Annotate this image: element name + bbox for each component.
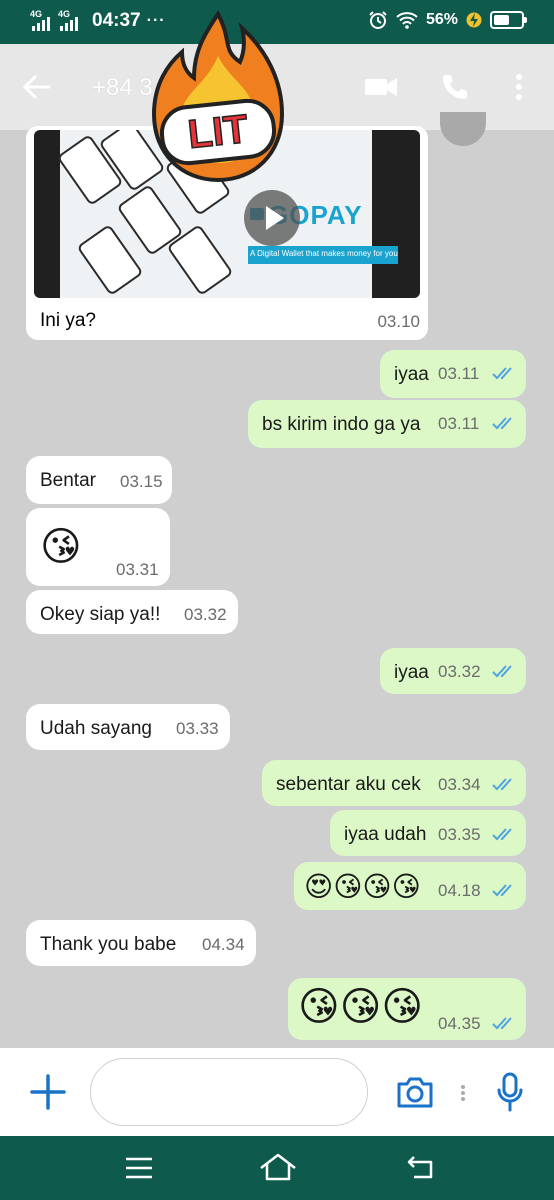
outgoing-message[interactable]: 😘😘😘 04.35	[288, 978, 526, 1040]
status-left: 4G 4G 04:37 ···	[30, 9, 166, 32]
message-text: iyaa udah	[344, 824, 427, 845]
charging-icon	[466, 12, 482, 28]
message-text: iyaa	[394, 364, 429, 385]
message-composer	[0, 1048, 554, 1136]
message-text: 😘😘😘	[298, 984, 424, 1030]
message-text: bs kirim indo ga ya	[262, 414, 421, 435]
message-time: 03.11	[438, 364, 480, 383]
read-receipt-icon	[492, 828, 512, 841]
menu-icon[interactable]	[124, 1156, 154, 1180]
outgoing-message[interactable]: 😍😘😘😘 04.18	[294, 862, 526, 910]
outgoing-message[interactable]: bs kirim indo ga ya 03.11	[248, 400, 526, 448]
outgoing-message[interactable]: sebentar aku cek 03.34	[262, 760, 526, 806]
message-time: 03.11	[438, 414, 480, 433]
message-text: Bentar	[40, 470, 96, 491]
home-icon[interactable]	[258, 1152, 298, 1182]
message-text: Okey siap ya!!	[40, 604, 161, 625]
battery-icon	[490, 11, 527, 29]
outgoing-message[interactable]: iyaa 03.11	[380, 350, 526, 398]
system-nav-bar	[0, 1136, 554, 1200]
outgoing-message[interactable]: iyaa 03.32	[380, 648, 526, 694]
incoming-message[interactable]: Udah sayang 03.33	[26, 704, 230, 750]
message-time: 03.15	[120, 472, 163, 491]
message-time: 03.31	[116, 560, 159, 579]
message-text: Udah sayang	[40, 718, 152, 739]
forward-button[interactable]	[440, 112, 486, 146]
phone-icon[interactable]	[440, 72, 470, 102]
status-time: 04:37	[92, 10, 141, 31]
wifi-icon	[396, 12, 418, 29]
message-time: 03.33	[176, 719, 219, 738]
incoming-message[interactable]: Thank you babe 04.34	[26, 920, 256, 966]
microphone-icon[interactable]	[496, 1072, 524, 1112]
message-time: 03.34	[438, 775, 481, 794]
signal-icon-2: 4G	[58, 9, 80, 31]
video-call-icon[interactable]	[364, 72, 398, 102]
signal-icon: 4G	[30, 9, 52, 31]
read-receipt-icon	[492, 1017, 512, 1030]
read-receipt-icon	[492, 417, 512, 430]
message-text: iyaa	[394, 662, 429, 683]
alarm-icon	[369, 11, 387, 29]
message-text: 😘	[40, 524, 82, 570]
message-input[interactable]	[90, 1058, 368, 1126]
message-text: sebentar aku cek	[276, 774, 421, 795]
message-time: 04.34	[202, 935, 245, 954]
read-receipt-icon	[492, 367, 512, 380]
message-time: 03.10	[377, 312, 420, 331]
outgoing-message[interactable]: iyaa udah 03.35	[330, 810, 526, 856]
more-vert-icon[interactable]	[512, 72, 526, 102]
incoming-message[interactable]: Bentar 03.15	[26, 456, 172, 504]
back-icon[interactable]	[406, 1154, 436, 1180]
gopay-tagline-banner: A Digital Wallet that makes money for yo…	[248, 246, 398, 264]
message-time: 03.32	[184, 605, 227, 624]
message-text: Ini ya?	[40, 310, 96, 331]
plus-icon[interactable]	[30, 1074, 66, 1110]
message-time: 04.35	[438, 1014, 481, 1033]
incoming-message[interactable]: Okey siap ya!! 03.32	[26, 590, 238, 634]
read-receipt-icon	[492, 884, 512, 897]
message-text: Thank you babe	[40, 934, 177, 955]
message-time: 03.35	[438, 825, 481, 844]
separator-dots-icon	[461, 1085, 465, 1101]
camera-icon[interactable]	[396, 1076, 434, 1108]
read-receipt-icon	[492, 665, 512, 678]
fire-lit-sticker: LIT	[151, 10, 285, 183]
message-time: 04.18	[438, 881, 481, 900]
play-icon[interactable]	[244, 190, 300, 246]
read-receipt-icon	[492, 778, 512, 791]
battery-percent: 56%	[425, 11, 458, 28]
incoming-message[interactable]: 😘 03.31	[26, 508, 170, 586]
message-text: 😍😘😘😘	[304, 870, 421, 903]
message-time: 03.32	[438, 662, 481, 681]
sticker-text: LIT	[186, 107, 250, 157]
gopay-tagline: A Digital Wallet that makes money for yo…	[250, 249, 398, 258]
arrow-left-icon[interactable]	[22, 72, 52, 102]
status-right: 56%	[368, 10, 527, 30]
